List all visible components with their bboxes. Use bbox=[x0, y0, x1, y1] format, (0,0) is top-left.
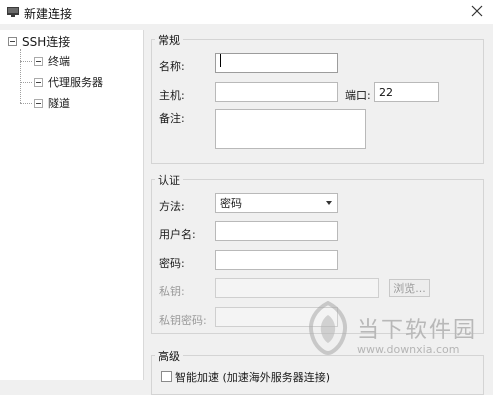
tree-item-label: 隧道 bbox=[48, 97, 70, 110]
note-textarea[interactable] bbox=[215, 109, 366, 149]
username-label: 用户名: bbox=[159, 228, 196, 241]
tree-item-label: 终端 bbox=[48, 55, 70, 68]
general-legend: 常规 bbox=[155, 32, 183, 48]
tree-item-proxy[interactable]: 代理服务器 bbox=[20, 74, 103, 90]
app-icon bbox=[7, 7, 19, 17]
tree-item-label: SSH连接 bbox=[22, 34, 71, 49]
tree-item-label: 代理服务器 bbox=[48, 76, 103, 89]
note-label: 备注: bbox=[159, 112, 185, 125]
password-input[interactable] bbox=[215, 250, 338, 270]
settings-tree: SSH连接 终端 代理服务器 隧道 bbox=[0, 30, 144, 380]
browse-button[interactable]: 浏览... bbox=[389, 279, 430, 297]
accel-checkbox[interactable] bbox=[161, 371, 172, 382]
tree-item-tunnel[interactable]: 隧道 bbox=[20, 95, 70, 111]
host-label: 主机: bbox=[159, 89, 185, 102]
username-input[interactable] bbox=[215, 221, 338, 241]
tree-item-terminal[interactable]: 终端 bbox=[20, 53, 70, 69]
leaf-icon bbox=[34, 56, 43, 66]
host-input[interactable] bbox=[215, 82, 338, 102]
key-password-label: 私钥密码: bbox=[159, 314, 207, 327]
port-label: 端口: bbox=[345, 89, 371, 102]
leaf-icon bbox=[34, 77, 43, 87]
text-caret bbox=[220, 54, 221, 67]
method-select[interactable]: 密码 bbox=[215, 193, 338, 213]
watermark-url: www.downxia.com bbox=[357, 343, 460, 356]
window-title: 新建连接 bbox=[24, 7, 73, 21]
title-bar: 新建连接 bbox=[0, 0, 493, 24]
watermark-brand: 当下软件园 bbox=[357, 318, 478, 343]
watermark-logo bbox=[309, 301, 347, 355]
collapse-icon[interactable] bbox=[8, 36, 17, 46]
port-input[interactable] bbox=[374, 82, 439, 102]
method-label: 方法: bbox=[159, 200, 185, 213]
password-label: 密码: bbox=[159, 257, 185, 270]
private-key-input[interactable] bbox=[215, 278, 379, 298]
advanced-legend: 高级 bbox=[155, 348, 183, 364]
close-icon[interactable] bbox=[469, 3, 485, 19]
method-selected-value: 密码 bbox=[220, 197, 242, 210]
tree-connector bbox=[20, 49, 21, 103]
accel-label: 智能加速 (加速海外服务器连接) bbox=[175, 371, 331, 384]
private-key-label: 私钥: bbox=[159, 285, 185, 298]
dropdown-arrow-icon bbox=[326, 201, 332, 205]
tree-item-ssh[interactable]: SSH连接 bbox=[8, 33, 70, 49]
leaf-icon bbox=[34, 98, 43, 108]
auth-legend: 认证 bbox=[155, 172, 183, 188]
name-input[interactable] bbox=[215, 53, 338, 73]
name-label: 名称: bbox=[159, 60, 185, 73]
